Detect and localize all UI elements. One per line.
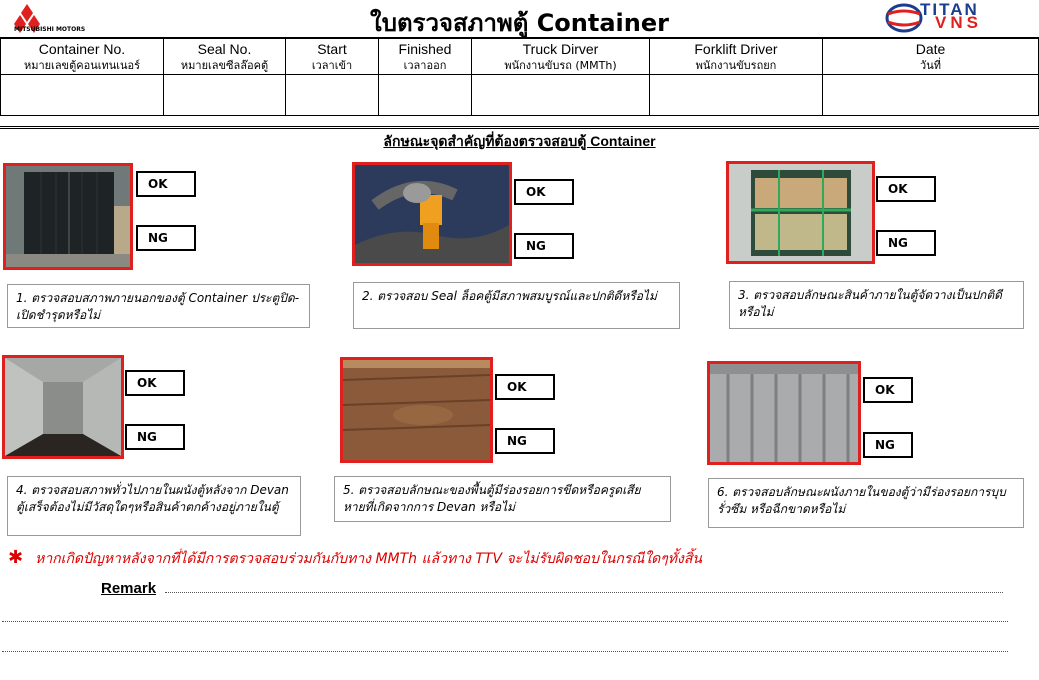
empty-interior-photo <box>2 355 124 459</box>
check2-ok-box[interactable]: OK <box>514 179 574 205</box>
check2-ng-box[interactable]: NG <box>514 233 574 259</box>
col-truck-driver: Truck Dirver พนักงานขับรถ (MMTh) <box>471 38 650 75</box>
finish-time-field[interactable] <box>378 74 472 116</box>
check1-ng-box[interactable]: NG <box>136 225 196 251</box>
check1-caption: 1. ตรวจสอบสภาพภายนอกของตู้ Container ประ… <box>7 284 310 328</box>
forklift-driver-field[interactable] <box>649 74 823 116</box>
truck-driver-field[interactable] <box>471 74 650 116</box>
check6-caption: 6. ตรวจสอบลักษณะผนังภายในของตู้ว่ามีร่อง… <box>708 478 1024 528</box>
check6-ng-box[interactable]: NG <box>863 432 913 458</box>
vns-logo-text: VNS <box>935 13 982 32</box>
remark-line-3[interactable] <box>2 651 1008 652</box>
check2-caption: 2. ตรวจสอบ Seal ล็อคตู้มีสภาพสมบูรณ์และป… <box>353 282 680 329</box>
check3-ok-box[interactable]: OK <box>876 176 936 202</box>
start-time-field[interactable] <box>285 74 379 116</box>
seal-lock-photo <box>352 162 512 266</box>
remark-line-1[interactable] <box>165 592 1003 593</box>
check5-ng-box[interactable]: NG <box>495 428 555 454</box>
col-seal-no: Seal No. หมายเลขซีลล๊อคตู้ <box>163 38 286 75</box>
check4-ng-box[interactable]: NG <box>125 424 185 450</box>
remark-label: Remark <box>101 580 157 597</box>
container-info-table: Container No. หมายเลขตู้คอนเทนเนอร์ Seal … <box>0 38 1039 116</box>
check6-ok-box[interactable]: OK <box>863 377 913 403</box>
remark-line-2[interactable] <box>2 621 1008 622</box>
check3-caption: 3. ตรวจสอบลักษณะสินค้าภายในตู้จัดวางเป็น… <box>729 281 1024 329</box>
check3-ng-box[interactable]: NG <box>876 230 936 256</box>
wall-photo <box>707 361 861 465</box>
container-no-field[interactable] <box>0 74 164 116</box>
col-container-no: Container No. หมายเลขตู้คอนเทนเนอร์ <box>0 38 164 75</box>
disclaimer-warning: ✱ หากเกิดปัญหาหลังจากที่ได้มีการตรวจสอบร่… <box>8 547 702 570</box>
section-divider <box>0 126 1039 129</box>
container-exterior-photo <box>3 163 133 270</box>
col-date: Date วันที่ <box>822 38 1039 75</box>
date-field[interactable] <box>822 74 1039 116</box>
check1-ok-box[interactable]: OK <box>136 171 196 197</box>
section-title: ลักษณะจุดสำคัญที่ต้องตรวจสอบตู้ Containe… <box>383 133 656 149</box>
check5-ok-box[interactable]: OK <box>495 374 555 400</box>
check4-caption: 4. ตรวจสอบสภาพทั่วไปภายในผนังตู้หลังจาก … <box>7 476 301 536</box>
check5-caption: 5. ตรวจสอบลักษณะของพื้นตู้มีร่องรอยการขี… <box>334 476 671 522</box>
floor-photo <box>340 357 493 463</box>
asterisk-icon: ✱ <box>8 547 24 568</box>
col-start: Start เวลาเข้า <box>285 38 379 75</box>
seal-no-field[interactable] <box>163 74 286 116</box>
cargo-inside-photo <box>726 161 875 264</box>
col-finished: Finished เวลาออก <box>378 38 472 75</box>
check4-ok-box[interactable]: OK <box>125 370 185 396</box>
col-forklift-driver: Forklift Driver พนักงานขับรถยก <box>649 38 823 75</box>
disclaimer-text: หากเกิดปัญหาหลังจากที่ได้มีการตรวจสอบร่ว… <box>35 551 702 567</box>
